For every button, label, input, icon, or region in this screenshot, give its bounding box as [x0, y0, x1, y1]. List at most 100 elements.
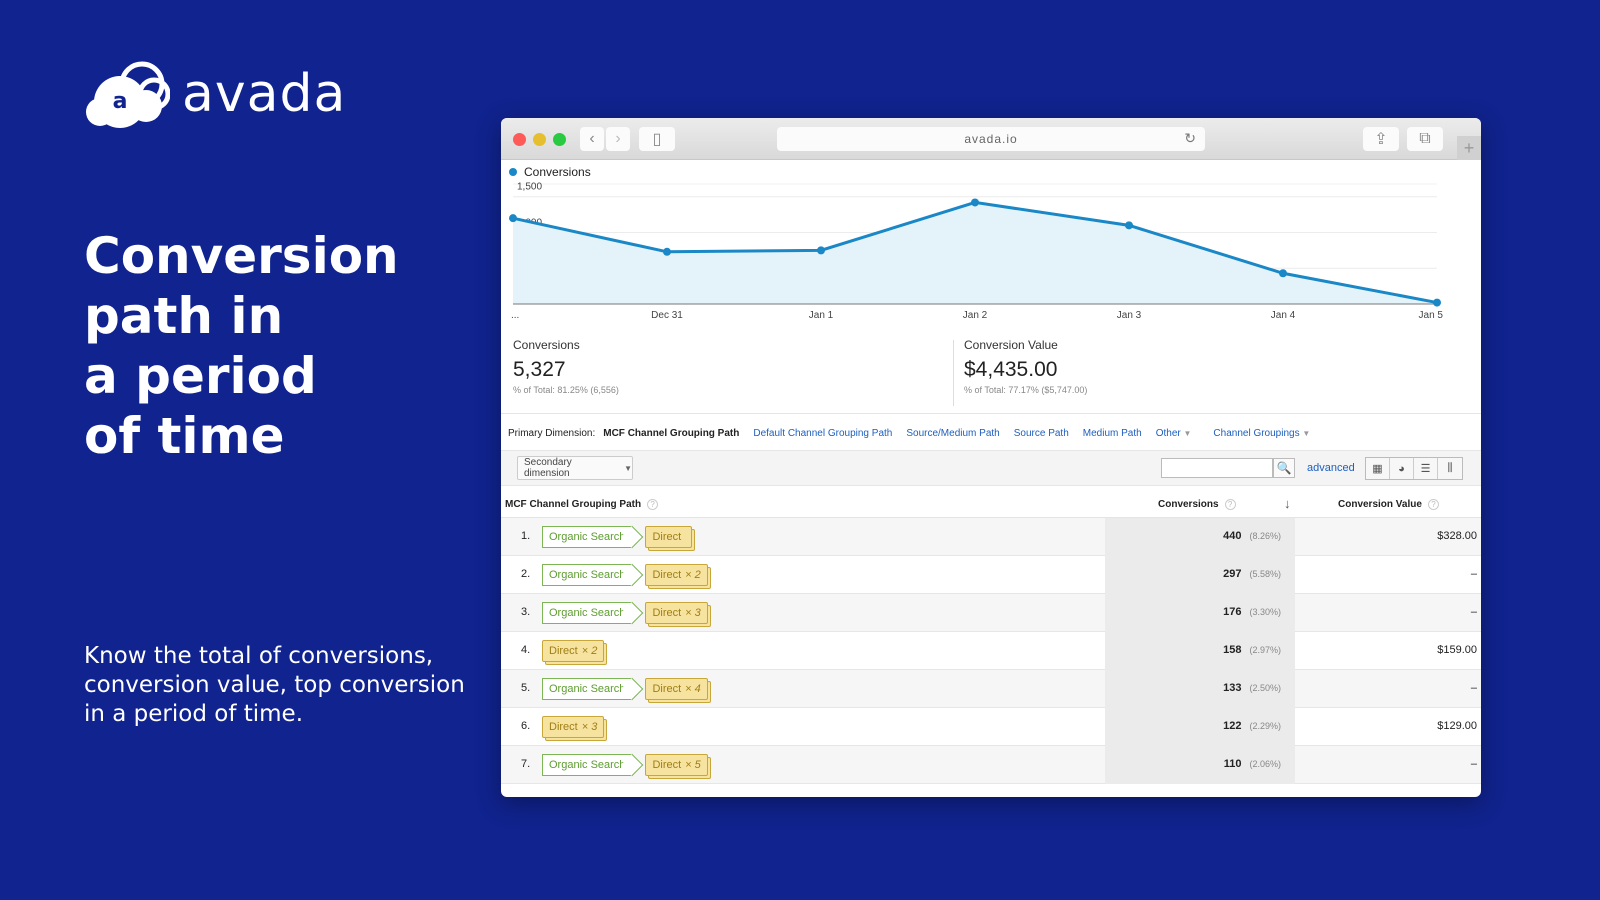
x-tick-label: ... — [511, 310, 519, 321]
channel-chip-organic-search: Organic Search — [542, 754, 632, 776]
plus-icon: + — [1463, 137, 1475, 158]
conversions-cell: 122 (2.29%) — [1201, 720, 1281, 732]
maximize-window-button[interactable] — [553, 133, 566, 146]
headline: Conversion path in a period of time — [84, 226, 464, 466]
reload-icon[interactable]: ↻ — [1184, 130, 1197, 147]
conversions-cell: 110 (2.06%) — [1201, 758, 1281, 770]
back-button[interactable]: ‹ — [580, 127, 604, 151]
share-button[interactable]: ⇪ — [1363, 127, 1399, 151]
conversions-value: 122 — [1223, 720, 1242, 732]
comparison-view-button[interactable]: ⫼ — [1438, 458, 1462, 479]
channel-chip-direct: Direct — [645, 526, 693, 548]
x-tick-label: Jan 5 — [1419, 310, 1444, 321]
dimension-link[interactable]: Medium Path — [1083, 428, 1142, 439]
pie-view-button[interactable]: ◕ — [1390, 458, 1414, 479]
other-dropdown[interactable]: Other ▼ — [1156, 428, 1192, 439]
table-header: MCF Channel Grouping Path? Conversions? … — [501, 488, 1481, 518]
row-number: 3. — [521, 606, 531, 618]
chip-multiplier: × 2 — [581, 645, 598, 657]
table-search-input[interactable] — [1161, 458, 1273, 478]
conversion-path: Direct × 3 — [542, 716, 605, 738]
help-icon[interactable]: ? — [1427, 499, 1439, 510]
conversions-percent: (2.50%) — [1249, 683, 1281, 693]
chip-label: Direct — [652, 531, 682, 543]
x-tick-label: Jan 4 — [1271, 310, 1296, 321]
other-label: Other — [1155, 428, 1181, 439]
forward-button[interactable]: › — [606, 127, 630, 151]
chip-label: Direct — [652, 607, 682, 619]
sidebar-toggle-button[interactable]: ▯ — [639, 127, 675, 151]
table-row[interactable]: 6. Direct × 3 122 (2.29%) $129.00 — [501, 708, 1481, 746]
help-icon[interactable]: ? — [1224, 499, 1236, 510]
row-number: 5. — [521, 682, 531, 694]
chip-multiplier: × 4 — [685, 683, 701, 695]
sidebar-icon: ▯ — [652, 131, 662, 148]
table-row[interactable]: 5. Organic Search Direct × 4 133 (2.50%) – — [501, 670, 1481, 708]
channel-chip-organic-search: Organic Search — [542, 602, 632, 624]
channel-chip-direct: Direct × 2 — [542, 640, 605, 662]
table-row[interactable]: 3. Organic Search Direct × 3 176 (3.30%) – — [501, 594, 1481, 632]
legend-dot-icon — [509, 168, 517, 176]
channel-groupings-dropdown[interactable]: Channel Groupings ▼ — [1213, 428, 1310, 439]
row-number: 1. — [521, 530, 531, 542]
column-header-path[interactable]: MCF Channel Grouping Path? — [505, 499, 659, 510]
conversion-value-cell: – — [1470, 758, 1477, 770]
minimize-window-button[interactable] — [533, 133, 546, 146]
conversions-cell: 297 (5.58%) — [1201, 568, 1281, 580]
dimension-link[interactable]: Default Channel Grouping Path — [753, 428, 892, 439]
dimension-link[interactable]: Source/Medium Path — [906, 428, 999, 439]
table-row[interactable]: 1. Organic Search Direct 440 (8.26%) $328.… — [501, 518, 1481, 556]
conversion-path: Direct × 2 — [542, 640, 605, 662]
data-point — [1125, 221, 1133, 230]
y-tick-label: 1,500 — [517, 182, 542, 193]
secondary-dimension-dropdown[interactable]: Secondary dimension ▼ — [517, 456, 633, 480]
table-row[interactable]: 2. Organic Search Direct × 2 297 (5.58%) – — [501, 556, 1481, 594]
help-icon[interactable]: ? — [647, 499, 659, 510]
avada-logo: a avada — [84, 58, 346, 130]
table-row[interactable]: 4. Direct × 2 158 (2.97%) $159.00 — [501, 632, 1481, 670]
channel-chip-direct: Direct × 2 — [645, 564, 708, 586]
close-window-button[interactable] — [513, 133, 526, 146]
metric-label: Conversions — [513, 338, 580, 352]
headline-line: a period — [84, 347, 317, 405]
sort-descending-icon[interactable]: ↓ — [1284, 496, 1291, 511]
advanced-filter-link[interactable]: advanced — [1307, 462, 1355, 474]
conversions-value: 110 — [1223, 758, 1242, 770]
row-number: 4. — [521, 644, 531, 656]
dimension-link[interactable]: Source Path — [1014, 428, 1069, 439]
conversion-value-cell: – — [1470, 568, 1477, 580]
chevron-right-icon: › — [615, 130, 621, 147]
conversion-value-cell: – — [1470, 606, 1477, 618]
show-tabs-button[interactable]: ⧉ — [1407, 127, 1443, 151]
view-switcher: ▦ ◕ ☰ ⫼ — [1365, 457, 1463, 480]
conversion-path: Organic Search Direct — [542, 526, 693, 548]
description: Know the total of conversions, conversio… — [84, 643, 465, 727]
conversions-percent: (2.29%) — [1249, 721, 1281, 731]
chip-label: Direct — [652, 683, 682, 695]
column-header-conversions[interactable]: Conversions? — [1158, 499, 1236, 510]
conversion-path: Organic Search Direct × 3 — [542, 602, 708, 624]
search-button[interactable]: 🔍 — [1273, 458, 1295, 478]
address-bar[interactable]: avada.io ↻ — [777, 127, 1205, 151]
new-tab-button[interactable]: + — [1457, 136, 1481, 160]
chip-multiplier: × 3 — [581, 721, 598, 733]
column-header-conversion-value[interactable]: Conversion Value? — [1338, 499, 1439, 510]
performance-view-button[interactable]: ☰ — [1414, 458, 1438, 479]
chart-legend: Conversions — [509, 165, 591, 179]
channel-chip-direct: Direct × 3 — [542, 716, 605, 738]
conversion-value-cell: $129.00 — [1437, 720, 1477, 732]
chip-multiplier: × 2 — [685, 569, 701, 581]
table-row[interactable]: 7. Organic Search Direct × 5 110 (2.06%) – — [501, 746, 1481, 784]
chip-label: Direct — [549, 721, 578, 733]
channel-chip-direct: Direct × 4 — [645, 678, 708, 700]
conversions-percent: (2.06%) — [1249, 759, 1281, 769]
column-label: Conversion Value — [1338, 499, 1422, 510]
x-tick-label: Jan 1 — [809, 310, 834, 321]
dimension-active[interactable]: MCF Channel Grouping Path — [603, 428, 739, 439]
headline-line: path in — [84, 287, 284, 345]
metric-label: Conversion Value — [964, 338, 1058, 352]
table-view-button[interactable]: ▦ — [1366, 458, 1390, 479]
primary-dimension-bar: Primary Dimension: MCF Channel Grouping … — [508, 428, 1324, 439]
share-icon: ⇪ — [1374, 131, 1388, 148]
conversions-cell: 133 (2.50%) — [1201, 682, 1281, 694]
